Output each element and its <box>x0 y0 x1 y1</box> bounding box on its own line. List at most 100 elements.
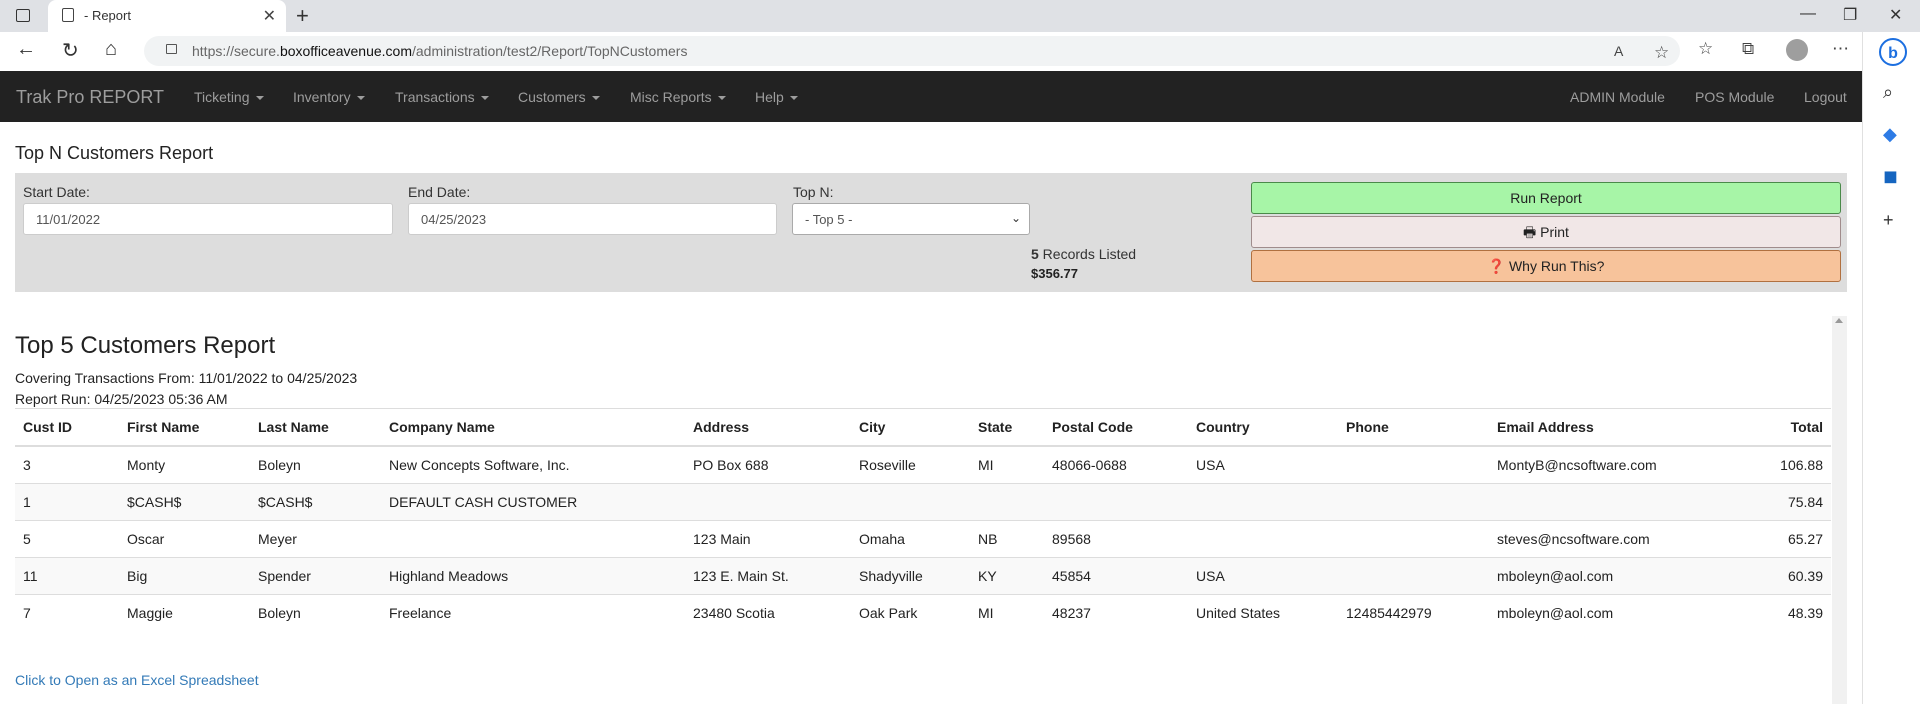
column-header: Country <box>1188 408 1338 447</box>
caret-down-icon <box>591 96 600 101</box>
restore-icon[interactable]: ❐ <box>1843 5 1857 25</box>
start-date-input[interactable]: 11/01/2022 <box>23 203 393 235</box>
table-cell: United States <box>1188 594 1338 631</box>
printer-icon: 🖶 <box>1523 224 1537 240</box>
window-close-icon[interactable]: ✕ <box>1889 5 1902 25</box>
table-cell <box>1338 483 1489 521</box>
close-tab-icon[interactable]: ✕ <box>263 6 276 26</box>
column-header: State <box>970 408 1044 447</box>
table-row: 11 Big Spender Highland Meadows 123 E. Main … <box>15 557 1831 595</box>
covering-period: Covering Transactions From: 11/01/2022 t… <box>15 370 358 386</box>
chevron-down-icon: ⌄ <box>1010 211 1021 225</box>
table-cell: Freelance <box>381 594 685 631</box>
table-cell: 48.39 <box>1735 594 1831 631</box>
table-cell: Roseville <box>851 445 970 484</box>
table-cell <box>970 483 1044 521</box>
topn-select[interactable]: - Top 5 - ⌄ <box>792 203 1030 235</box>
report-scrollbar[interactable] <box>1832 316 1847 704</box>
menu-customers[interactable]: Customers <box>518 89 600 105</box>
table-header-row: Cust ID First Name Last Name Company Nam… <box>15 408 1831 447</box>
table-cell: Monty <box>119 445 250 484</box>
address-bar[interactable]: https://secure.boxofficeavenue.com/admin… <box>144 36 1680 66</box>
excel-export-link[interactable]: Click to Open as an Excel Spreadsheet <box>15 672 259 688</box>
refresh-icon[interactable]: ↻ <box>62 38 79 63</box>
table-cell: 106.88 <box>1735 445 1831 484</box>
tab-actions-icon[interactable] <box>16 9 30 22</box>
customers-table: Cust ID First Name Last Name Company Nam… <box>15 408 1831 631</box>
home-icon[interactable]: ⌂ <box>105 38 117 61</box>
logout-link[interactable]: Logout <box>1804 89 1847 105</box>
table-cell: 48237 <box>1044 594 1188 631</box>
table-cell: steves@ncsoftware.com <box>1489 520 1735 558</box>
pos-module-link[interactable]: POS Module <box>1695 89 1774 105</box>
report-run-time: Report Run: 04/25/2023 05:36 AM <box>15 391 228 407</box>
table-cell <box>1489 483 1735 521</box>
column-header: Email Address <box>1489 408 1735 447</box>
bing-icon[interactable]: b <box>1879 38 1907 66</box>
tools-icon[interactable]: ◆ <box>1883 124 1897 145</box>
read-aloud-icon[interactable]: A <box>1614 43 1623 59</box>
menu-misc-reports[interactable]: Misc Reports <box>630 89 726 105</box>
end-date-label: End Date: <box>408 184 471 200</box>
print-button[interactable]: 🖶 Print <box>1251 216 1841 248</box>
outlook-icon[interactable]: ◼ <box>1883 166 1898 187</box>
caret-down-icon <box>255 96 264 101</box>
column-header: City <box>851 408 970 447</box>
collections-icon[interactable]: ⧉ <box>1742 39 1754 59</box>
table-cell <box>1338 520 1489 558</box>
menu-ticketing[interactable]: Ticketing <box>194 89 264 105</box>
start-date-label: Start Date: <box>23 184 90 200</box>
menu-help[interactable]: Help <box>755 89 798 105</box>
table-cell <box>685 483 851 521</box>
brand[interactable]: Trak Pro REPORT <box>16 87 164 108</box>
table-cell: KY <box>970 557 1044 595</box>
table-cell: PO Box 688 <box>685 445 851 484</box>
table-cell: 3 <box>15 445 119 484</box>
favorites-icon[interactable]: ☆ <box>1698 39 1713 59</box>
topn-selected-value: - Top 5 - <box>805 212 853 227</box>
table-cell: MI <box>970 594 1044 631</box>
column-header: Postal Code <box>1044 408 1188 447</box>
page-title: Top N Customers Report <box>15 143 214 163</box>
total-amount: $356.77 <box>1031 266 1078 281</box>
table-row: 7 Maggie Boleyn Freelance 23480 Scotia Oak Pa… <box>15 594 1831 631</box>
filter-panel: Start Date: 11/01/2022 End Date: 04/25/2… <box>15 173 1847 292</box>
favorite-icon[interactable]: ☆ <box>1654 43 1669 63</box>
scroll-up-icon[interactable] <box>1835 318 1843 323</box>
table-cell: 75.84 <box>1735 483 1831 521</box>
search-icon[interactable]: ⌕ <box>1883 82 1893 103</box>
run-report-button[interactable]: Run Report <box>1251 182 1841 214</box>
new-tab-icon[interactable]: + <box>296 3 309 29</box>
table-cell: 45854 <box>1044 557 1188 595</box>
table-cell: Oak Park <box>851 594 970 631</box>
table-row: 5 Oscar Meyer 123 Main Omaha NB 89568 steves@nc… <box>15 520 1831 558</box>
column-header: Last Name <box>250 408 381 447</box>
more-icon[interactable]: ⋯ <box>1832 39 1849 59</box>
column-header: Total <box>1735 408 1831 447</box>
browser-tab[interactable]: - Report ✕ <box>48 0 286 32</box>
browser-tab-bar: - Report ✕ + — ❐ ✕ <box>0 0 1920 32</box>
menu-inventory[interactable]: Inventory <box>293 89 365 105</box>
column-header: Cust ID <box>15 408 119 447</box>
column-header: Address <box>685 408 851 447</box>
admin-module-link[interactable]: ADMIN Module <box>1570 89 1665 105</box>
table-cell: 123 Main <box>685 520 851 558</box>
table-cell <box>1188 520 1338 558</box>
menu-transactions[interactable]: Transactions <box>395 89 489 105</box>
add-icon[interactable]: + <box>1883 210 1894 231</box>
table-cell: Big <box>119 557 250 595</box>
end-date-input[interactable]: 04/25/2023 <box>408 203 777 235</box>
minimize-icon[interactable]: — <box>1800 5 1816 23</box>
table-cell: USA <box>1188 557 1338 595</box>
table-cell: Oscar <box>119 520 250 558</box>
table-cell <box>1338 445 1489 484</box>
caret-down-icon <box>356 96 365 101</box>
table-cell: MontyB@ncsoftware.com <box>1489 445 1735 484</box>
back-icon[interactable]: ← <box>16 38 36 61</box>
table-cell: 89568 <box>1044 520 1188 558</box>
why-run-button[interactable]: ❓ Why Run This? <box>1251 250 1841 282</box>
profile-avatar[interactable] <box>1786 39 1808 61</box>
table-cell <box>1338 557 1489 595</box>
table-cell: Highland Meadows <box>381 557 685 595</box>
report-heading: Top 5 Customers Report <box>15 332 276 359</box>
